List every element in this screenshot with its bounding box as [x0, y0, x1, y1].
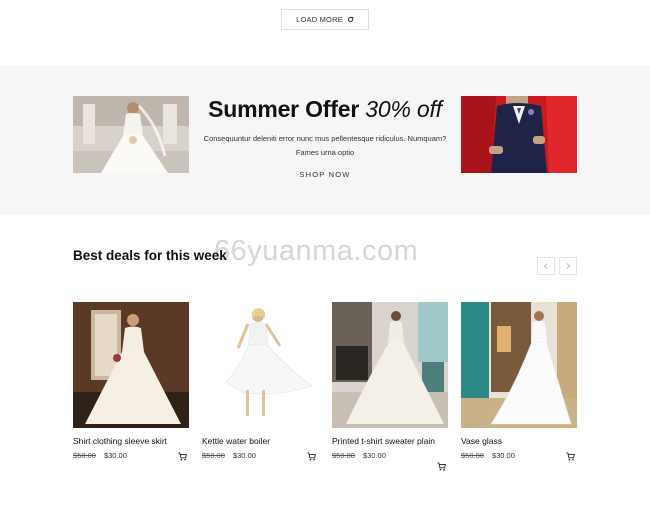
product-old-price: $50.00 — [202, 451, 225, 460]
product-price: $30.00 — [103, 451, 127, 460]
product-prices: $50.00 $30.00 — [332, 451, 448, 460]
product-old-price: $50.00 — [73, 451, 96, 460]
chevron-left-icon — [543, 263, 548, 269]
watermark-text: 66yuanma.com — [214, 235, 419, 267]
product-prices: $50.00 $30.00 — [461, 451, 577, 460]
carousel-prev-button[interactable] — [537, 257, 555, 275]
deals-heading: Best deals for this week — [73, 248, 227, 263]
product-old-price: $50.00 — [332, 451, 355, 460]
product-card[interactable]: Kettle water boiler $50.00 $30.00 — [202, 302, 318, 461]
product-name[interactable]: Shirt clothing sleeve skirt — [73, 436, 189, 446]
add-to-cart-icon[interactable] — [307, 452, 316, 461]
product-image — [73, 302, 189, 428]
product-image — [202, 302, 318, 428]
load-more-button[interactable]: LOAD MORE — [281, 9, 369, 30]
product-old-price: $50.00 — [461, 451, 484, 460]
product-card[interactable]: Vase glass $50.00 $30.00 — [461, 302, 577, 461]
product-price: $30.00 — [232, 451, 256, 460]
product-card[interactable]: Printed t-shirt sweater plain $50.00 $30… — [332, 302, 448, 471]
product-name[interactable]: Kettle water boiler — [202, 436, 318, 446]
summer-offer-banner: Summer Offer 30% off Consequuntur deleni… — [0, 66, 650, 215]
add-to-cart-icon[interactable] — [566, 452, 575, 461]
carousel-next-button[interactable] — [559, 257, 577, 275]
add-to-cart-icon[interactable] — [437, 462, 446, 471]
product-price: $30.00 — [491, 451, 515, 460]
offer-image-groom — [461, 96, 577, 173]
offer-title-main: Summer Offer — [208, 96, 360, 122]
refresh-icon — [347, 16, 354, 23]
offer-title-percent: 30% off — [365, 96, 442, 122]
offer-description: Consequuntur deleniti error nunc mus pel… — [203, 134, 447, 157]
product-price: $30.00 — [362, 451, 386, 460]
chevron-right-icon — [566, 263, 571, 269]
product-name[interactable]: Vase glass — [461, 436, 577, 446]
product-card[interactable]: Shirt clothing sleeve skirt $50.00 $30.0… — [73, 302, 189, 461]
load-more-label: LOAD MORE — [296, 15, 343, 24]
add-to-cart-icon[interactable] — [178, 452, 187, 461]
product-image — [461, 302, 577, 428]
product-image — [332, 302, 448, 428]
product-name[interactable]: Printed t-shirt sweater plain — [332, 436, 448, 446]
offer-title: Summer Offer 30% off — [190, 96, 460, 123]
product-prices: $50.00 $30.00 — [73, 451, 189, 460]
shop-now-link[interactable]: SHOP NOW — [280, 170, 370, 179]
offer-image-bride — [73, 96, 189, 173]
product-prices: $50.00 $30.00 — [202, 451, 318, 460]
